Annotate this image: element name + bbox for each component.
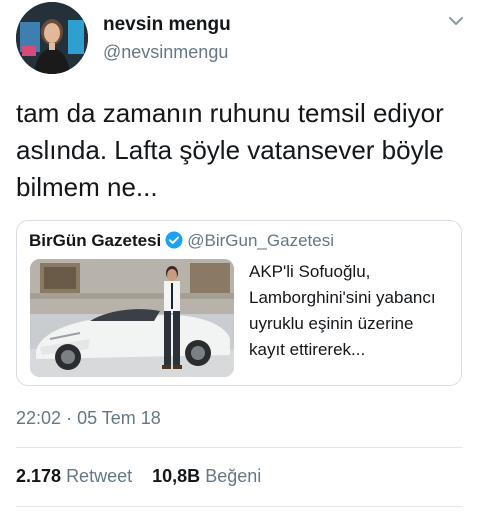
quoted-tweet-header: BirGün Gazetesi @BirGun_Gazetesi — [29, 231, 334, 251]
retweet-label: Retweet — [66, 466, 133, 486]
quoted-author-name: BirGün Gazetesi — [29, 231, 162, 250]
avatar[interactable] — [16, 2, 88, 74]
tweet-stats: 2.178 Retweet 10,8B Beğeni — [16, 466, 261, 487]
chevron-down-icon[interactable] — [447, 14, 465, 28]
author-name[interactable]: nevsin mengu — [103, 14, 231, 36]
timestamp-separator: · — [66, 408, 73, 428]
tweet-time: 22:02 — [16, 408, 62, 428]
retweet-stat[interactable]: 2.178 Retweet — [16, 466, 132, 486]
tweet-text: tam da zamanın ruhunu temsil ediyor aslı… — [16, 98, 444, 202]
like-label: Beğeni — [205, 466, 262, 486]
tweet-date: 05 Tem 18 — [77, 408, 161, 428]
quoted-tweet-image[interactable] — [30, 259, 234, 377]
divider — [16, 506, 463, 507]
photo-man-with-white-sports-car — [30, 259, 234, 377]
retweet-count: 2.178 — [16, 466, 62, 486]
avatar-photo — [16, 2, 88, 74]
author-handle[interactable]: @nevsinmengu — [103, 42, 228, 63]
like-stat[interactable]: 10,8B Beğeni — [152, 466, 261, 486]
quoted-tweet[interactable]: BirGün Gazetesi @BirGun_Gazetesi AKP'li … — [16, 220, 462, 386]
quoted-tweet-text: AKP'li Sofuoğlu, Lamborghini'sini yabanc… — [249, 262, 436, 359]
quoted-author-handle: @BirGun_Gazetesi — [187, 231, 334, 250]
divider — [16, 447, 463, 448]
like-count: 10,8B — [152, 466, 201, 486]
verified-badge-icon — [165, 231, 183, 249]
tweet-timestamp[interactable]: 22:02 · 05 Tem 18 — [16, 408, 161, 429]
